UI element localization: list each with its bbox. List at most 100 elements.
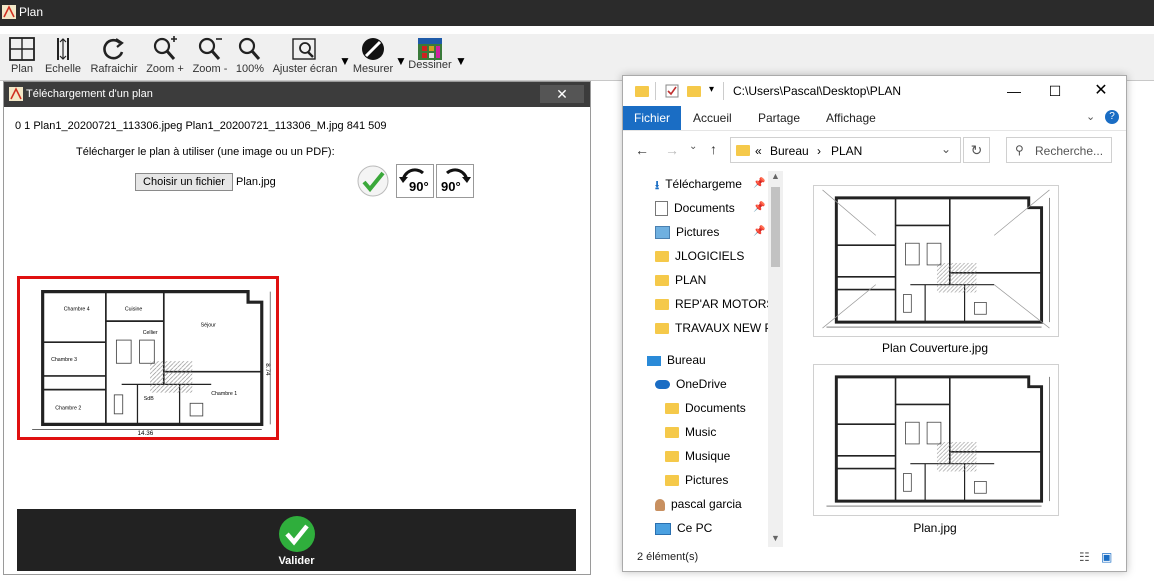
forward-icon[interactable]: → (665, 142, 679, 158)
new-folder-icon[interactable] (687, 86, 701, 97)
address-bar[interactable]: « Bureau › PLAN ⌄ (730, 137, 961, 163)
choose-file-button[interactable]: Choisir un fichier (135, 173, 233, 191)
help-icon[interactable]: ? (1105, 110, 1119, 124)
dialog-close-button[interactable]: ✕ (540, 85, 584, 103)
pictures-icon (655, 226, 670, 240)
scroll-up-icon[interactable]: ▲ (771, 171, 780, 181)
search-icon: ⚲ (1015, 143, 1024, 157)
tab-partage[interactable]: Partage (758, 106, 800, 130)
pin-icon[interactable]: 📌 (753, 202, 765, 213)
search-input[interactable]: ⚲ Recherche... (1006, 137, 1112, 163)
confirm-check-icon[interactable] (356, 164, 390, 198)
computer-icon (655, 522, 671, 535)
zoom-100-label: 100% (235, 63, 265, 75)
breadcrumb-plan[interactable]: PLAN (831, 144, 862, 158)
floor-plan-thumbnail (815, 363, 1055, 515)
folder-icon (665, 427, 679, 439)
zoom-in-icon (153, 36, 177, 60)
folder-icon (736, 145, 750, 156)
large-icons-view-icon[interactable]: ▣ (1101, 550, 1112, 564)
refresh-label: Rafraichir (90, 63, 138, 75)
measure-button[interactable]: Mesurer (350, 36, 396, 80)
nav-item-onedrive-documents[interactable]: Documents (665, 397, 746, 419)
folder-icon (665, 451, 679, 463)
file-thumbnail-plan[interactable] (813, 363, 1059, 516)
zoom-in-label: Zoom + (146, 63, 184, 75)
properties-icon[interactable] (665, 84, 679, 98)
nav-item-onedrive-pictures[interactable]: Pictures (665, 469, 728, 491)
file-thumbnail-couverture[interactable] (813, 184, 1059, 337)
measure-icon (362, 38, 384, 60)
nav-item-this-pc[interactable]: Ce PC (655, 517, 712, 539)
nav-item-downloads[interactable]: ⭳ Téléchargeme (655, 173, 742, 195)
file-explorer-window: ▾ C:\Users\Pascal\Desktop\PLAN — ☐ ✕ Fic… (622, 75, 1127, 572)
refresh-button[interactable]: Rafraichir (89, 36, 139, 80)
explorer-titlebar: ▾ C:\Users\Pascal\Desktop\PLAN — ☐ ✕ (623, 76, 1126, 106)
fit-screen-icon (292, 38, 316, 60)
nav-item-onedrive[interactable]: OneDrive (655, 373, 727, 395)
file-name-plan[interactable]: Plan.jpg (785, 521, 1085, 535)
validate-button[interactable]: Valider (17, 509, 576, 571)
address-dropdown-icon[interactable]: ⌄ (941, 142, 951, 156)
maximize-button[interactable]: ☐ (1035, 80, 1075, 102)
breadcrumb-bureau[interactable]: Bureau (770, 144, 809, 158)
plan-button[interactable]: Plan (6, 36, 38, 80)
nav-item-plan[interactable]: PLAN (655, 269, 706, 291)
folder-icon (635, 86, 649, 97)
nav-item-documents[interactable]: Documents (655, 197, 735, 219)
validate-label: Valider (278, 555, 315, 567)
minimize-button[interactable]: — (994, 80, 1034, 102)
recent-locations-icon[interactable]: ⌄ (689, 141, 697, 152)
nav-item-pictures[interactable]: Pictures (655, 221, 719, 243)
zoom-out-button[interactable]: Zoom - (190, 36, 230, 80)
dialog-title: Téléchargement d'un plan (26, 88, 153, 100)
plan-preview: Chambre 4 Cuisine Séjour Chambre 3 Celli… (17, 276, 279, 440)
app-title: Plan (19, 5, 44, 19)
cloud-icon (655, 380, 670, 390)
tab-affichage[interactable]: Affichage (826, 106, 876, 130)
nav-item-jlogiciels[interactable]: JLOGICIELS (655, 245, 744, 267)
nav-item-musique[interactable]: Musique (665, 445, 730, 467)
zoom-in-button[interactable]: Zoom + (145, 36, 185, 80)
document-icon (655, 201, 668, 217)
nav-item-user[interactable]: pascal garcia (655, 493, 742, 515)
nav-item-bureau[interactable]: Bureau (647, 349, 706, 371)
refresh-icon (103, 38, 124, 60)
zoom-reset-icon (238, 37, 261, 60)
dialog-titlebar: Téléchargement d'un plan ✕ (4, 82, 590, 107)
scrollbar-thumb[interactable] (771, 187, 780, 267)
nav-item-music[interactable]: Music (665, 421, 716, 443)
breadcrumb-overflow[interactable]: « (755, 144, 762, 158)
rotate-right-button[interactable]: 90° (436, 164, 474, 198)
draw-button[interactable]: Dessiner (406, 36, 454, 80)
draw-label: Dessiner (408, 59, 452, 71)
room-label: Chambre 3 (51, 357, 77, 363)
app-titlebar: Plan (0, 0, 1154, 26)
nav-item-travaux[interactable]: TRAVAUX NEW PA (655, 317, 768, 339)
refresh-button[interactable]: ↻ (963, 137, 990, 163)
rotate-left-label: 90° (409, 179, 429, 194)
rotate-left-button[interactable]: 90° (396, 164, 434, 198)
nav-item-repar-motors[interactable]: REP'AR MOTORS (655, 293, 774, 315)
zoom-100-button[interactable]: 100% (234, 36, 266, 80)
scale-button[interactable]: Echelle (44, 36, 82, 80)
scale-icon (57, 38, 69, 60)
nav-scrollbar[interactable]: ▲ ▼ (768, 171, 783, 547)
file-name-couverture[interactable]: Plan Couverture.jpg (785, 341, 1085, 355)
scroll-down-icon[interactable]: ▼ (771, 533, 780, 543)
quick-access-dropdown-icon[interactable]: ▾ (709, 84, 714, 95)
details-view-icon[interactable]: ☷ (1079, 550, 1090, 564)
app-logo-icon (2, 5, 16, 19)
close-button[interactable]: ✕ (1081, 80, 1121, 102)
tab-fichier[interactable]: Fichier (623, 106, 681, 130)
pin-icon[interactable]: 📌 (753, 226, 765, 237)
tab-accueil[interactable]: Accueil (693, 106, 732, 130)
up-icon[interactable]: ↑ (710, 141, 717, 157)
room-label: Séjour (201, 322, 216, 328)
search-placeholder: Recherche... (1035, 144, 1104, 158)
pin-icon[interactable]: 📌 (753, 178, 765, 189)
back-icon[interactable]: ← (635, 142, 649, 158)
ribbon-expand-icon[interactable]: ⌄ (1086, 110, 1095, 123)
desktop-icon (647, 355, 661, 366)
fit-screen-button[interactable]: Ajuster écran (270, 36, 340, 80)
